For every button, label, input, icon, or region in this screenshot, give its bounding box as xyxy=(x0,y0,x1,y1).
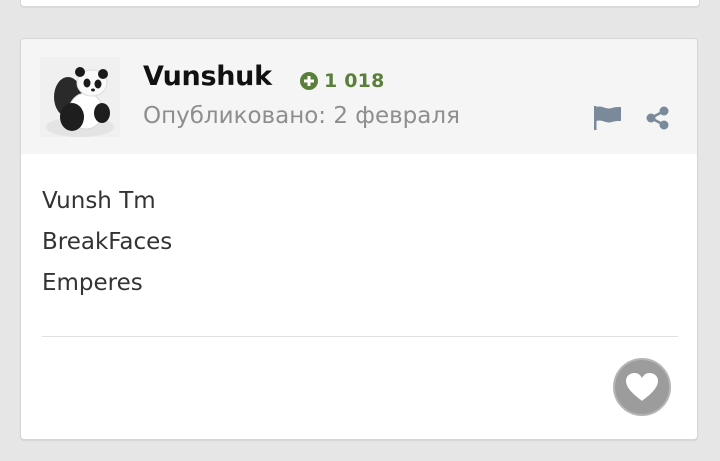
reputation-badge: 1 018 xyxy=(300,70,385,92)
post-text-line: Emperes xyxy=(42,270,143,296)
author-name[interactable]: Vunshuk xyxy=(143,61,272,92)
content-divider xyxy=(42,336,678,337)
reputation-count: 1 018 xyxy=(324,70,385,92)
published-date: Опубликовано: 2 февраля xyxy=(143,103,460,129)
like-button[interactable] xyxy=(613,358,671,416)
share-icon[interactable] xyxy=(646,106,670,130)
post-text-line: BreakFaces xyxy=(42,229,173,255)
post-content: Vunsh Tm BreakFaces Emperes xyxy=(42,186,172,309)
flag-icon[interactable] xyxy=(594,106,621,130)
plus-circle-icon xyxy=(300,72,318,90)
heart-icon xyxy=(626,373,658,401)
post-header: Vunshuk 1 018 Опубликовано: 2 февраля xyxy=(21,39,697,154)
post-card: Vunshuk 1 018 Опубликовано: 2 февраля Vu… xyxy=(20,38,698,440)
avatar[interactable] xyxy=(40,57,120,137)
post-text-line: Vunsh Tm xyxy=(42,188,156,214)
previous-post-card xyxy=(20,0,700,7)
